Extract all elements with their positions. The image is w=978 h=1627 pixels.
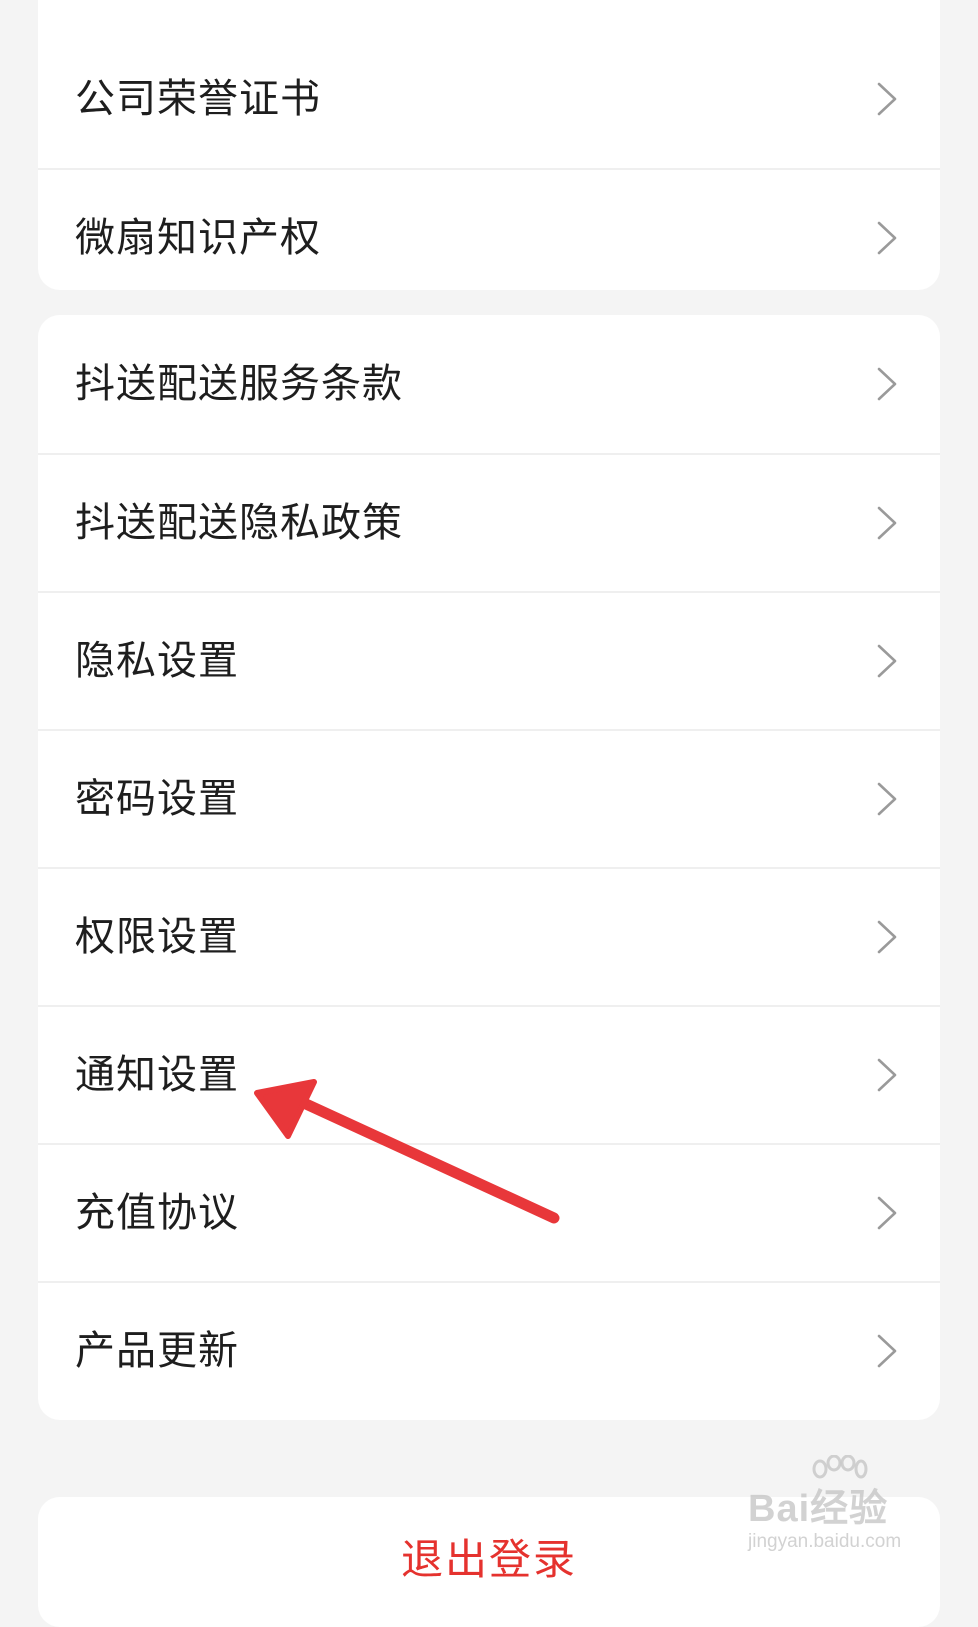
chevron-right-icon: [877, 782, 897, 816]
chevron-right-icon: [877, 221, 897, 255]
chevron-right-icon: [877, 506, 897, 540]
menu-item-label: 微扇知识产权: [75, 215, 321, 261]
chevron-right-icon: [877, 1196, 897, 1230]
menu-item-intellectual-property[interactable]: 微扇知识产权: [38, 168, 940, 290]
menu-item-label: 隐私设置: [75, 638, 239, 684]
menu-item-label: 密码设置: [75, 776, 239, 822]
menu-item-label: 通知设置: [75, 1052, 239, 1098]
watermark-brand: Bai经验: [748, 1488, 889, 1530]
menu-item-delivery-terms[interactable]: 抖送配送服务条款: [38, 315, 940, 453]
baidu-jingyan-watermark: Bai经验 jingyan.baidu.com: [748, 1455, 948, 1565]
menu-item-password-settings[interactable]: 密码设置: [38, 729, 940, 867]
chevron-right-icon: [877, 1058, 897, 1092]
settings-group-main: 抖送配送服务条款 抖送配送隐私政策 隐私设置 密码设置 权限设置 通知设置 充值…: [38, 315, 940, 1420]
menu-item-label: 抖送配送隐私政策: [75, 500, 403, 546]
logout-label: 退出登录: [400, 1534, 577, 1584]
chevron-right-icon: [877, 644, 897, 678]
menu-item-recharge-agreement[interactable]: 充值协议: [38, 1143, 940, 1281]
menu-item-label: 权限设置: [75, 914, 239, 960]
menu-item-notification-settings[interactable]: 通知设置: [38, 1005, 940, 1143]
menu-item-delivery-privacy-policy[interactable]: 抖送配送隐私政策: [38, 453, 940, 591]
settings-group-top: 公司荣誉证书 微扇知识产权: [38, 0, 940, 290]
chevron-right-icon: [877, 920, 897, 954]
group-top-spacer: [38, 0, 940, 30]
chevron-right-icon: [877, 1334, 897, 1368]
watermark-url: jingyan.baidu.com: [748, 1531, 902, 1552]
menu-item-label: 充值协议: [75, 1190, 239, 1236]
menu-item-product-update[interactable]: 产品更新: [38, 1281, 940, 1419]
menu-item-label: 产品更新: [75, 1328, 239, 1374]
menu-item-label: 公司荣誉证书: [75, 76, 321, 122]
chevron-right-icon: [877, 367, 897, 401]
menu-item-permission-settings[interactable]: 权限设置: [38, 867, 940, 1005]
chevron-right-icon: [877, 82, 897, 116]
menu-item-company-honor-certificate[interactable]: 公司荣誉证书: [38, 30, 940, 168]
menu-item-privacy-settings[interactable]: 隐私设置: [38, 591, 940, 729]
menu-item-label: 抖送配送服务条款: [75, 361, 403, 407]
